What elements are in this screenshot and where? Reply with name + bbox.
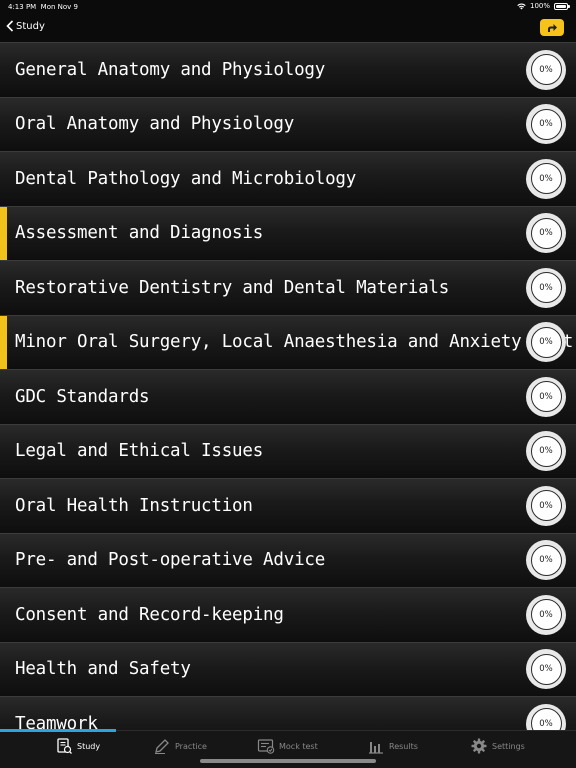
tab-practice[interactable]: Practice [153,737,207,755]
progress-ring: 0% [526,703,566,730]
topic-row[interactable]: Legal and Ethical Issues 0% [0,423,576,478]
progress-ring: 0% [526,267,566,308]
topic-label: Restorative Dentistry and Dental Materia… [15,277,450,298]
topic-label: Health and Safety [15,659,191,680]
progress-percent: 0% [530,108,562,140]
back-label: Study [16,20,45,32]
progress-ring: 0% [526,431,566,472]
topic-row[interactable]: Dental Pathology and Microbiology 0% [0,151,576,206]
progress-percent: 0% [530,54,562,86]
progress-percent: 0% [530,653,562,685]
tab-settings[interactable]: Settings [470,737,525,755]
tab-practice-label: Practice [175,741,207,751]
topic-label: GDC Standards [15,386,150,407]
progress-percent: 0% [530,163,562,195]
progress-percent: 0% [530,326,562,358]
status-time-text: 4:13 PM [8,3,37,11]
progress-ring: 0% [526,540,566,581]
topic-label: Oral Anatomy and Physiology [15,114,295,135]
progress-percent: 0% [530,435,562,467]
topic-row[interactable]: Consent and Record-keeping 0% [0,587,576,642]
battery-icon [554,2,570,10]
topic-row[interactable]: Restorative Dentistry and Dental Materia… [0,260,576,315]
share-arrow-icon [548,23,557,32]
progress-percent: 0% [530,381,562,413]
topic-row[interactable]: Minor Oral Surgery, Local Anaesthesia an… [0,314,576,369]
progress-percent: 0% [530,544,562,576]
progress-ring: 0% [526,49,566,90]
topic-row[interactable]: Pre- and Post-operative Advice 0% [0,532,576,587]
chevron-left-icon [6,20,14,32]
progress-ring: 0% [526,104,566,145]
battery-percent: 100% [529,2,550,10]
tab-mock-test-label: Mock test [279,741,318,751]
progress-ring: 0% [526,376,566,417]
tab-results-label: Results [389,741,418,751]
tab-settings-label: Settings [492,741,525,751]
share-button[interactable] [540,19,564,36]
topic-label: Assessment and Diagnosis [15,223,264,244]
topic-list: General Anatomy and Physiology 0% Oral Ana… [0,42,576,730]
progress-ring: 0% [526,213,566,254]
progress-percent: 0% [530,708,562,730]
study-icon [57,738,72,754]
topic-label: Minor Oral Surgery, Local Anaesthesia an… [15,332,576,353]
progress-ring: 0% [526,322,566,363]
progress-ring: 0% [526,594,566,635]
tab-results[interactable]: Results [367,737,418,755]
topic-row[interactable]: Teamwork 0% [0,696,576,730]
topic-label: General Anatomy and Physiology [15,59,326,80]
bar-chart-icon [369,742,383,754]
topic-row[interactable]: Oral Health Instruction 0% [0,478,576,533]
status-right: 100% [517,2,570,10]
back-button[interactable]: Study [6,20,45,32]
active-tab-indicator [0,729,116,732]
topic-row[interactable]: General Anatomy and Physiology 0% [0,42,576,97]
progress-percent: 0% [530,272,562,304]
pencil-icon [155,739,169,754]
status-bar: 4:13 PM Mon Nov 9 100% [0,0,576,14]
mock-test-icon [257,739,275,754]
progress-percent: 0% [530,217,562,249]
progress-ring: 0% [526,649,566,690]
tab-mock-test[interactable]: Mock test [257,737,318,755]
status-date-text: Mon Nov 9 [40,3,78,11]
progress-ring: 0% [526,158,566,199]
topic-label: Consent and Record-keeping [15,604,284,625]
topic-row[interactable]: Assessment and Diagnosis 0% [0,205,576,260]
progress-percent: 0% [530,599,562,631]
wifi-icon [517,2,526,9]
status-time: 4:13 PM Mon Nov 9 [8,3,78,11]
topic-row[interactable]: Health and Safety 0% [0,641,576,696]
tab-study[interactable]: Study [55,737,100,755]
progress-percent: 0% [530,490,562,522]
topic-label: Legal and Ethical Issues [15,441,264,462]
topic-label: Oral Health Instruction [15,495,253,516]
topic-label: Teamwork [15,713,98,730]
gear-icon [471,738,487,754]
topic-label: Dental Pathology and Microbiology [15,168,357,189]
progress-ring: 0% [526,485,566,526]
topic-row[interactable]: Oral Anatomy and Physiology 0% [0,96,576,151]
nav-bar: Study [0,14,576,42]
topic-label: Pre- and Post-operative Advice [15,550,326,571]
topic-row[interactable]: GDC Standards 0% [0,369,576,424]
home-indicator [200,759,376,763]
tab-study-label: Study [77,741,101,751]
